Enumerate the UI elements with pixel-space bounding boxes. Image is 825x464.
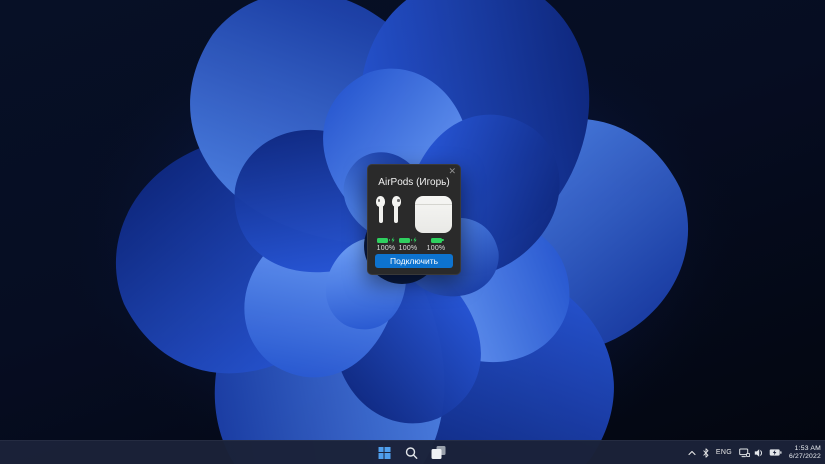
airpods-earbuds-icon (376, 196, 401, 234)
volume-icon (755, 448, 763, 457)
windows-logo-icon (378, 446, 391, 459)
swift-pair-popup: ✕ AirPods (Игорь) 100% 100% 100% Подключ… (367, 164, 461, 275)
taskbar-center-icons (374, 441, 448, 464)
tray-time: 1:53 AM (794, 444, 821, 452)
tray-icon-cluster[interactable] (739, 448, 782, 458)
network-icon (739, 448, 750, 457)
language-indicator[interactable]: ENG (716, 449, 732, 456)
popup-title: AirPods (Игорь) (378, 177, 450, 188)
battery-percent: 100% (426, 244, 446, 252)
tray-date: 6/27/2022 (788, 452, 821, 460)
taskbar: ENG 1:53 AM 6/27/2022 (0, 440, 825, 464)
search-button[interactable] (401, 444, 421, 462)
left-earbud-battery: 100% (375, 237, 397, 252)
battery-full-icon (399, 237, 413, 243)
battery-row: 100% 100% 100% (368, 237, 460, 252)
desktop: ✕ AirPods (Игорь) 100% 100% 100% Подключ… (0, 0, 825, 464)
case-battery: 100% (425, 237, 447, 252)
right-earbud-icon (392, 196, 401, 234)
task-view-icon (431, 446, 446, 459)
chevron-up-icon[interactable] (688, 450, 696, 456)
clock[interactable]: 1:53 AM 6/27/2022 (789, 445, 821, 461)
battery-percent: 100% (376, 244, 396, 252)
charging-bolt-icon (391, 237, 395, 243)
battery-icon (769, 449, 782, 456)
task-view-button[interactable] (428, 444, 448, 462)
search-icon (405, 446, 417, 459)
device-images (368, 195, 460, 235)
connect-button[interactable]: Подключить (375, 254, 453, 268)
bluetooth-icon[interactable] (703, 447, 709, 458)
left-earbud-icon (376, 196, 385, 234)
battery-full-icon (430, 237, 444, 243)
battery-full-icon (377, 237, 391, 243)
system-tray: ENG 1:53 AM 6/27/2022 (688, 441, 821, 464)
right-earbud-battery: 100% (397, 237, 419, 252)
close-icon[interactable]: ✕ (448, 165, 456, 177)
start-button[interactable] (374, 444, 394, 462)
charging-bolt-icon (413, 237, 417, 243)
battery-percent: 100% (398, 244, 418, 252)
airpods-case-icon (415, 196, 452, 233)
